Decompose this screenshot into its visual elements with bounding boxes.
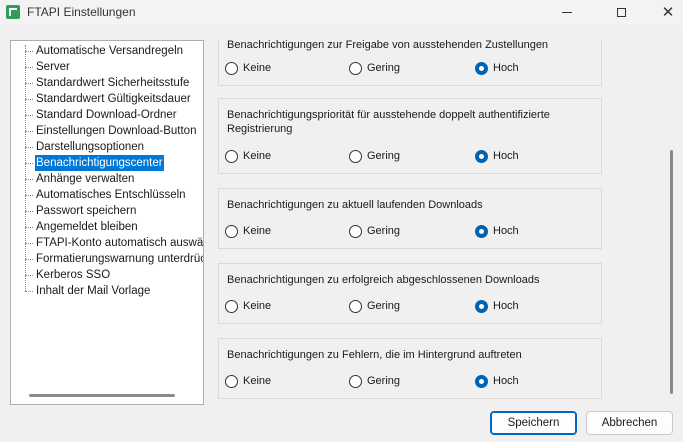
radio-hoch[interactable]: Hoch [475,298,519,314]
radio-gering[interactable]: Gering [349,60,400,76]
radio-circle-checked [475,299,488,313]
close-button[interactable]: ✕ [645,0,683,25]
radio-label: Hoch [493,375,519,387]
radio-keine[interactable]: Keine [225,298,271,314]
title-bar: FTAPI Einstellungen ✕ [0,0,683,25]
group-title: Benachrichtigungen zu Fehlern, die im Hi… [227,349,522,361]
tree-item-download-button[interactable]: Einstellungen Download-Button [24,123,197,139]
window-title: FTAPI Einstellungen [27,5,136,19]
ftapi-logo-icon [6,5,20,19]
tree-connector-line [25,45,26,291]
group-title: Benachrichtigungen zur Freigabe von auss… [227,40,549,51]
group-double-auth-registration: Benachrichtigungspriorität für ausstehen… [218,98,602,174]
radio-circle [349,149,362,163]
radio-label: Keine [243,62,272,74]
radio-hoch[interactable]: Hoch [475,148,519,164]
tree-item-mail-vorlage[interactable]: Inhalt der Mail Vorlage [24,283,151,299]
maximize-icon [616,8,626,17]
cancel-button[interactable]: Abbrechen [586,411,673,435]
radio-circle-checked [475,224,488,238]
radio-circle [349,61,362,75]
group-completed-downloads: Benachrichtigungen zu erfolgreich abgesc… [218,263,602,324]
radio-hoch[interactable]: Hoch [475,223,519,239]
radio-circle [225,224,238,238]
group-running-downloads: Benachrichtigungen zu aktuell laufenden … [218,188,602,249]
content-vertical-scrollbar[interactable] [670,150,673,394]
radio-gering[interactable]: Gering [349,148,400,164]
minimize-button[interactable] [544,0,590,25]
save-button[interactable]: Speichern [490,411,577,435]
priority-radio-group: Keine Gering Hoch [225,60,595,76]
notification-settings-panel: Benachrichtigungen zur Freigabe von auss… [210,40,674,405]
tree-horizontal-scrollbar[interactable] [29,394,175,397]
tree-item-formatierungswarnung[interactable]: Formatierungswarnung unterdrücken [25,251,203,267]
minimize-icon [562,12,572,13]
priority-radio-group: Keine Gering Hoch [225,298,595,314]
tree-item-entschluesseln[interactable]: Automatisches Entschlüsseln [25,187,187,203]
group-title: Benachrichtigungen zu aktuell laufenden … [227,199,483,211]
radio-gering[interactable]: Gering [349,298,400,314]
tree-item-angemeldet-bleiben[interactable]: Angemeldet bleiben [25,219,139,235]
radio-circle-checked [475,149,488,163]
tree-item-passwort-speichern[interactable]: Passwort speichern [24,203,137,219]
radio-hoch[interactable]: Hoch [475,373,519,389]
radio-gering[interactable]: Gering [349,373,400,389]
group-background-errors: Benachrichtigungen zu Fehlern, die im Hi… [218,338,602,399]
radio-label: Hoch [493,225,519,237]
tree-item-darstellungsoptionen[interactable]: Darstellungsoptionen [24,139,145,155]
radio-keine[interactable]: Keine [225,373,271,389]
radio-label: Keine [243,375,272,387]
priority-radio-group: Keine Gering Hoch [225,148,595,164]
radio-gering[interactable]: Gering [349,223,400,239]
group-pending-deliveries: Benachrichtigungen zur Freigabe von auss… [218,40,602,86]
radio-circle [225,299,238,313]
group-title: Benachrichtigungen zu erfolgreich abgesc… [227,274,540,286]
tree-item-konto-auswaehlen[interactable]: FTAPI-Konto automatisch auswählen [25,235,203,251]
radio-label: Keine [243,300,272,312]
tree-item-download-ordner[interactable]: Standard Download-Ordner [25,107,178,123]
radio-keine[interactable]: Keine [225,223,271,239]
radio-circle [349,374,362,388]
tree-item-sicherheitsstufe[interactable]: Standardwert Sicherheitsstufe [24,75,190,91]
radio-circle [349,224,362,238]
radio-circle [225,61,238,75]
radio-keine[interactable]: Keine [225,148,271,164]
tree-item-kerberos-sso[interactable]: Kerberos SSO [24,267,111,283]
radio-label: Gering [367,375,401,387]
settings-tree[interactable]: Automatische Versandregeln Server Standa… [10,40,204,405]
radio-circle-checked [475,61,488,75]
tree-item-anhaenge-verwalten[interactable]: Anhänge verwalten [24,171,135,187]
radio-label: Hoch [493,300,519,312]
radio-label: Gering [367,62,401,74]
radio-label: Gering [367,300,401,312]
radio-keine[interactable]: Keine [225,60,271,76]
radio-circle [349,299,362,313]
radio-label: Hoch [493,150,519,162]
tree-item-automatische-versandregeln[interactable]: Automatische Versandregeln [24,43,184,59]
radio-label: Hoch [493,62,519,74]
radio-label: Keine [243,225,272,237]
radio-circle [225,149,238,163]
tree-item-benachrichtigungscenter[interactable]: Benachrichtigungscenter [25,155,164,171]
group-title: Benachrichtigungspriorität für ausstehen… [227,109,550,135]
radio-circle-checked [475,374,488,388]
radio-label: Keine [243,150,272,162]
radio-circle [225,374,238,388]
tree-item-gueltigkeitsdauer[interactable]: Standardwert Gültigkeitsdauer [25,91,192,107]
radio-label: Gering [367,150,401,162]
priority-radio-group: Keine Gering Hoch [225,373,595,389]
maximize-button[interactable] [598,0,644,25]
radio-hoch[interactable]: Hoch [475,60,519,76]
radio-label: Gering [367,225,401,237]
priority-radio-group: Keine Gering Hoch [225,223,595,239]
close-icon: ✕ [661,4,675,21]
tree-item-server[interactable]: Server [25,59,71,75]
